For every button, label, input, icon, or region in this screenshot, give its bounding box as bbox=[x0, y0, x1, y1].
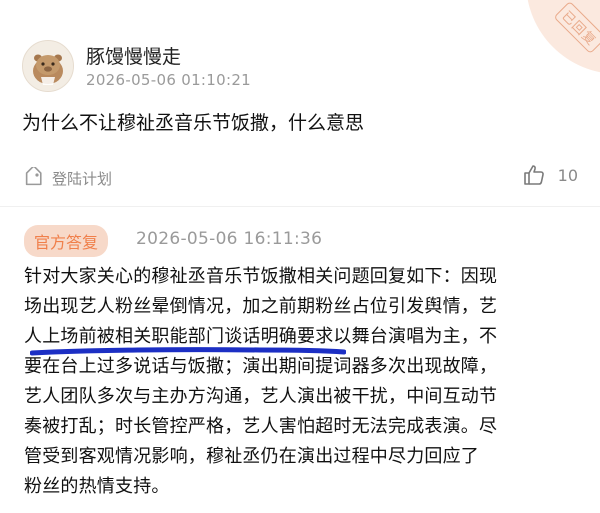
official-reply-badge: 官方答复 bbox=[24, 225, 109, 257]
reply-body: 针对大家关心的穆祉丞音乐节饭撒相关问题回复如下：因现 场出现艺人粉丝晕倒情况，加… bbox=[24, 262, 584, 502]
question-text: 为什么不让穆祉丞音乐节饭撒，什么意思 bbox=[22, 112, 365, 134]
reply-line: 粉丝的热情支持。 bbox=[24, 476, 170, 497]
tag-label: 登陆计划 bbox=[52, 169, 113, 188]
replied-stamp: 已回复 bbox=[526, 0, 600, 74]
thumbs-up-icon bbox=[523, 165, 544, 185]
reply-line: 艺人团队多次与主办方沟通，艺人演出被干扰，中间互动节 bbox=[24, 386, 498, 407]
username[interactable]: 豚馒慢慢走 bbox=[86, 42, 181, 69]
reply-timestamp: 2026-05-06 16:11:36 bbox=[136, 229, 323, 249]
reply-line: 管受到客观情况影响，穆祉丞仍在演出过程中尽力回应了 bbox=[24, 446, 479, 467]
tag-icon bbox=[25, 167, 42, 186]
reply-line: 针对大家关心的穆祉丞音乐节饭撒相关问题回复如下：因现 bbox=[24, 266, 498, 287]
qa-card: 已回复 豚馒慢慢走 2026-05-06 01:10:21 为什么不让穆祉丞音乐… bbox=[0, 0, 600, 513]
divider bbox=[0, 206, 600, 207]
stamp-text: 已回复 bbox=[553, 0, 600, 55]
like-count: 10 bbox=[557, 165, 578, 185]
capybara-avatar-icon bbox=[23, 41, 73, 91]
post-timestamp: 2026-05-06 01:10:21 bbox=[86, 71, 252, 89]
reply-line: 奏被打乱；时长管控严格，艺人害怕超时无法完成表演。尽 bbox=[24, 416, 498, 437]
like-button[interactable]: 10 bbox=[522, 163, 578, 187]
reply-line: 场出现艺人粉丝晕倒情况，加之前期粉丝占位引发舆情，艺 bbox=[24, 296, 498, 317]
highlight-underline bbox=[30, 347, 346, 356]
avatar[interactable] bbox=[22, 40, 74, 92]
topic-tag[interactable]: 登陆计划 bbox=[22, 166, 112, 190]
